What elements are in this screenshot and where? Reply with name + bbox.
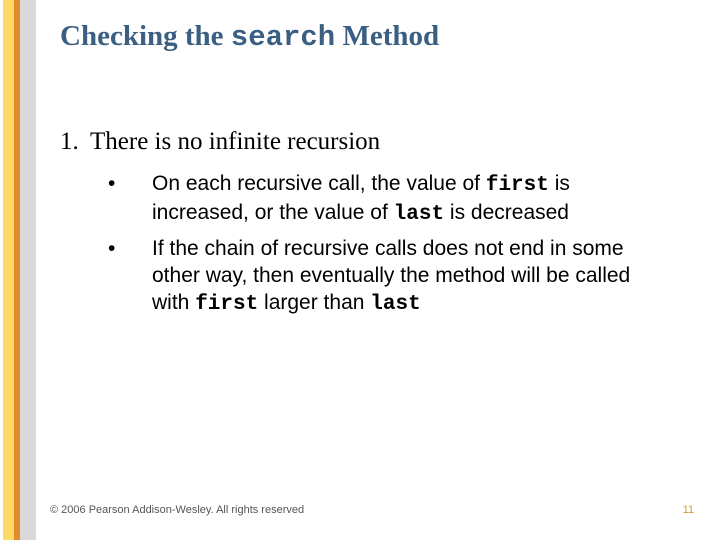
code-first: first <box>486 174 549 197</box>
title-pre: Checking the <box>60 20 231 52</box>
page-number: 11 <box>683 504 694 516</box>
seg: is decreased <box>444 201 569 224</box>
list-item: 1. There is no infinite recursion <box>60 128 690 156</box>
ordered-list: 1. There is no infinite recursion • On e… <box>60 128 690 318</box>
slide-content: Checking the search Method 1. There is n… <box>60 20 690 324</box>
list-number: 1. <box>60 128 90 156</box>
sub-list: • On each recursive call, the value of f… <box>108 170 690 318</box>
copyright-text: © 2006 Pearson Addison-Wesley. All right… <box>50 504 304 516</box>
code-last: last <box>370 293 420 316</box>
sub-item-text: If the chain of recursive calls does not… <box>152 235 652 319</box>
decorative-left-stripe <box>0 0 36 540</box>
title-post: Method <box>335 20 439 52</box>
bullet-icon: • <box>108 170 152 229</box>
bullet-icon: • <box>108 235 152 319</box>
title-code: search <box>231 21 335 54</box>
sub-item-text: On each recursive call, the value of fir… <box>152 170 652 229</box>
code-last: last <box>394 203 444 226</box>
stripe-segment <box>3 0 14 540</box>
code-first: first <box>195 293 258 316</box>
stripe-segment <box>20 0 36 540</box>
sub-list-item: • On each recursive call, the value of f… <box>108 170 690 229</box>
seg: On each recursive call, the value of <box>152 172 486 195</box>
slide-footer: © 2006 Pearson Addison-Wesley. All right… <box>50 504 694 516</box>
list-text: There is no infinite recursion <box>90 128 380 156</box>
sub-list-item: • If the chain of recursive calls does n… <box>108 235 690 319</box>
slide-title: Checking the search Method <box>60 20 690 54</box>
seg: larger than <box>258 291 370 314</box>
